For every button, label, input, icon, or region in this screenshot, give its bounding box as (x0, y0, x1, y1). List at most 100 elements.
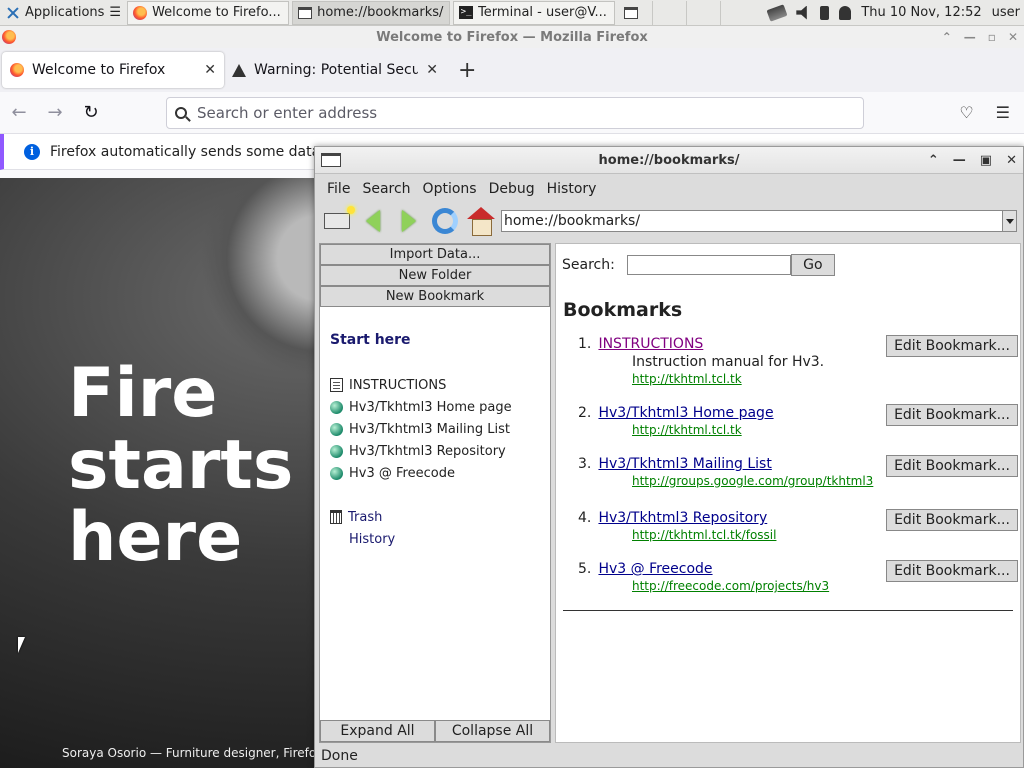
taskbar-label: Welcome to Firefo... (152, 5, 281, 20)
hero-line: Fire (68, 354, 218, 433)
workspace-1[interactable] (618, 1, 652, 25)
edit-bookmark-button[interactable]: Edit Bookmark... (886, 560, 1018, 582)
window-icon (321, 153, 341, 167)
window-controls: ⌃ — ▣ ✕ (928, 149, 1017, 171)
edit-bookmark-button[interactable]: Edit Bookmark... (886, 509, 1018, 531)
firefox-tab-icon (10, 63, 24, 77)
forward-icon[interactable]: → (44, 102, 66, 123)
bookmark-link[interactable]: INSTRUCTIONS (598, 336, 703, 352)
volume-icon[interactable] (796, 5, 807, 20)
home-button[interactable] (465, 206, 497, 236)
bookmark-url[interactable]: http://tkhtml.tcl.tk (632, 372, 824, 386)
notification-bell-icon[interactable] (839, 5, 852, 20)
tree-item-label: History (349, 531, 396, 547)
import-data-button[interactable]: Import Data... (320, 244, 550, 265)
maximize-icon[interactable]: ▣ (980, 153, 992, 168)
taskbar-firefox[interactable]: Welcome to Firefo... (127, 0, 290, 25)
window-icon (298, 6, 313, 19)
reload-icon (432, 208, 458, 234)
chevron-up-icon[interactable]: ⌃ (928, 153, 939, 168)
new-folder-button[interactable]: New Folder (320, 265, 550, 286)
trash-icon (330, 510, 342, 524)
bookmark-number: 2. (578, 405, 592, 421)
reload-icon[interactable]: ↻ (80, 102, 102, 123)
bookmark-url[interactable]: http://freecode.com/projects/hv3 (632, 579, 829, 593)
section-title[interactable]: Start here (330, 332, 411, 348)
back-button[interactable] (357, 206, 389, 236)
edit-bookmark-button[interactable]: Edit Bookmark... (886, 404, 1018, 426)
close-icon[interactable]: ✕ (1008, 30, 1018, 44)
expand-all-button[interactable]: Expand All (320, 720, 435, 742)
clock[interactable]: Thu 10 Nov, 12:52 (861, 5, 981, 20)
taskbar-hv3[interactable]: home://bookmarks/ (292, 0, 451, 25)
chevron-up-icon[interactable]: ⌃ (942, 30, 952, 44)
menu-options[interactable]: Options (417, 181, 483, 197)
forward-button[interactable] (393, 206, 425, 236)
bookmark-url[interactable]: http://tkhtml.tcl.tk (632, 423, 774, 437)
address-bar[interactable]: Search or enter address (166, 96, 864, 129)
taskbar-terminal[interactable]: >_ Terminal - user@V... (453, 0, 616, 25)
user-menu[interactable]: user (992, 5, 1020, 20)
edit-bookmark-button[interactable]: Edit Bookmark... (886, 455, 1018, 477)
document-icon (330, 378, 343, 392)
status-bar: Done (315, 745, 1023, 767)
bookmarks-page: Search: Go Bookmarks 1. INSTRUCTIONS Ins… (555, 243, 1021, 743)
close-tab-icon[interactable]: ✕ (426, 62, 438, 78)
tree-item-mailing-list[interactable]: Hv3/Tkhtml3 Mailing List (330, 418, 512, 440)
tab-label: Warning: Potential Securi (254, 62, 419, 78)
bookmark-url[interactable]: http://tkhtml.tcl.tk/fossil (632, 528, 776, 542)
photo-credit: Soraya Osorio — Furniture designer, Fire… (62, 746, 323, 760)
new-bookmark-button[interactable]: New Bookmark (320, 286, 550, 307)
menu-history[interactable]: History (541, 181, 603, 197)
bookmark-link[interactable]: Hv3/Tkhtml3 Mailing List (598, 456, 771, 472)
tree-item-history[interactable]: History (330, 528, 512, 550)
maximize-icon[interactable]: ▫ (988, 30, 996, 44)
minimize-icon[interactable]: — (964, 30, 976, 44)
menu-file[interactable]: File (321, 181, 356, 197)
hamburger-menu-icon[interactable]: ☰ (996, 103, 1010, 122)
network-icon[interactable] (766, 3, 788, 22)
workspace-3[interactable] (686, 0, 720, 25)
bookmark-tree: INSTRUCTIONS Hv3/Tkhtml3 Home page Hv3/T… (330, 374, 512, 550)
search-input[interactable] (626, 255, 791, 275)
go-button[interactable]: Go (790, 254, 835, 276)
tab-welcome[interactable]: Welcome to Firefox ✕ (2, 52, 224, 88)
close-icon[interactable]: ✕ (1006, 153, 1017, 168)
bookmark-url[interactable]: http://groups.google.com/group/tkhtml3 (632, 474, 873, 488)
tree-item-freecode[interactable]: Hv3 @ Freecode (330, 462, 512, 484)
mouse-cursor-icon (18, 637, 25, 653)
workspace-4[interactable] (720, 0, 754, 25)
window-controls: ⌃ — ▫ ✕ (942, 26, 1018, 48)
info-icon: i (24, 143, 40, 160)
collapse-all-button[interactable]: Collapse All (435, 720, 550, 742)
close-tab-icon[interactable]: ✕ (204, 62, 216, 78)
minimize-icon[interactable]: — (953, 153, 966, 168)
pocket-icon[interactable]: ♡ (959, 103, 973, 122)
reload-button[interactable] (429, 206, 461, 236)
bookmark-link[interactable]: Hv3/Tkhtml3 Repository (598, 510, 767, 526)
applications-menu[interactable]: Applications ☰ (0, 1, 127, 25)
new-tab-icon[interactable]: + (458, 58, 476, 83)
hv3-titlebar[interactable]: home://bookmarks/ ⌃ — ▣ ✕ (315, 147, 1023, 174)
bookmark-link[interactable]: Hv3/Tkhtml3 Home page (598, 405, 773, 421)
globe-icon (330, 466, 343, 480)
menu-search[interactable]: Search (356, 181, 416, 197)
tab-warning[interactable]: Warning: Potential Securi ✕ (224, 52, 446, 88)
edit-bookmark-button[interactable]: Edit Bookmark... (886, 335, 1018, 357)
bookmark-link[interactable]: Hv3 @ Freecode (598, 561, 712, 577)
back-icon[interactable]: ← (8, 102, 30, 123)
battery-icon[interactable] (820, 5, 830, 20)
firefox-titlebar[interactable]: Welcome to Firefox — Mozilla Firefox ⌃ —… (0, 26, 1024, 48)
tree-item-trash[interactable]: Trash (330, 506, 512, 528)
tree-item-home-page[interactable]: Hv3/Tkhtml3 Home page (330, 396, 512, 418)
new-window-button[interactable] (321, 206, 355, 236)
dropdown-arrow-icon[interactable] (1002, 211, 1016, 231)
search-icon (175, 106, 187, 119)
location-combobox[interactable]: home://bookmarks/ (501, 210, 1017, 232)
menu-debug[interactable]: Debug (483, 181, 541, 197)
hero-headline: Fire starts here (68, 358, 293, 574)
workspace-2[interactable] (652, 0, 686, 25)
bookmark-number: 1. (578, 336, 592, 352)
tree-item-instructions[interactable]: INSTRUCTIONS (330, 374, 512, 396)
tree-item-repository[interactable]: Hv3/Tkhtml3 Repository (330, 440, 512, 462)
